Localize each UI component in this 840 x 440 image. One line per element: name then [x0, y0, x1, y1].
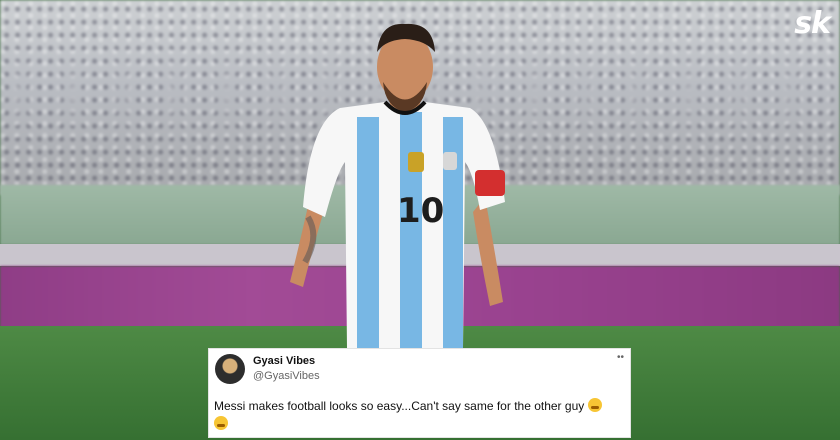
avatar[interactable] [215, 354, 245, 384]
federation-badge [443, 152, 457, 170]
player-illustration: 10 [290, 23, 505, 348]
shirt-number: 10 [397, 191, 444, 231]
tweet-text: Messi makes football looks so easy...Can… [214, 397, 624, 433]
shirt-stripe [357, 117, 379, 348]
tweet-card: Gyasi Vibes @GyasiVibes •• Messi makes f… [208, 348, 631, 438]
sk-logo: sk [794, 6, 831, 41]
captain-armband [475, 170, 505, 196]
tweet-display-name[interactable]: Gyasi Vibes [253, 355, 315, 367]
crest-badge [408, 152, 424, 172]
tweet-body-text: Messi makes football looks so easy...Can… [214, 399, 585, 413]
player-figure: 10 [285, 12, 515, 348]
crying-emoji-icon [214, 416, 228, 430]
shirt-stripe [443, 117, 463, 348]
more-options-icon[interactable]: •• [617, 352, 624, 363]
tweet-handle[interactable]: @GyasiVibes [253, 370, 320, 382]
crying-emoji-icon [587, 398, 602, 412]
right-arm [473, 197, 503, 306]
